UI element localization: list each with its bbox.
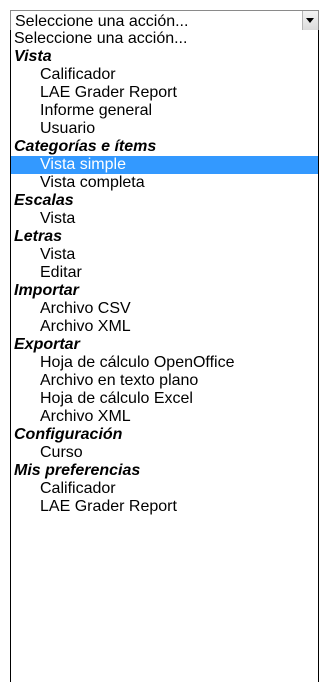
option-letras-vista[interactable]: Vista xyxy=(11,246,318,264)
action-select-value: Seleccione una acción... xyxy=(15,13,189,30)
option-exportar-excel[interactable]: Hoja de cálculo Excel xyxy=(11,390,318,408)
option-select-action[interactable]: Seleccione una acción... xyxy=(11,30,318,48)
option-importar-csv[interactable]: Archivo CSV xyxy=(11,300,318,318)
optgroup-categorias-items: Categorías e ítems xyxy=(14,138,157,155)
dropdown-toggle-button[interactable] xyxy=(302,11,318,30)
optgroup-exportar: Exportar xyxy=(14,336,80,353)
option-letras-editar[interactable]: Editar xyxy=(11,264,318,282)
action-select[interactable]: Seleccione una acción... xyxy=(10,10,319,31)
optgroup-configuracion: Configuración xyxy=(14,426,123,443)
option-vista-simple[interactable]: Vista simple xyxy=(11,156,318,174)
option-importar-xml[interactable]: Archivo XML xyxy=(11,318,318,336)
option-escalas-vista[interactable]: Vista xyxy=(11,210,318,228)
optgroup-importar: Importar xyxy=(14,282,79,299)
option-vista-usuario[interactable]: Usuario xyxy=(11,120,318,138)
optgroup-escalas: Escalas xyxy=(14,192,74,209)
optgroup-letras: Letras xyxy=(14,228,63,245)
option-exportar-openoffice[interactable]: Hoja de cálculo OpenOffice xyxy=(11,354,318,372)
optgroup-mis-preferencias: Mis preferencias xyxy=(14,462,141,479)
option-vista-lae-grader-report[interactable]: LAE Grader Report xyxy=(11,84,318,102)
option-vista-calificador[interactable]: Calificador xyxy=(11,66,318,84)
option-preferencias-lae-grader-report[interactable]: LAE Grader Report xyxy=(11,498,318,516)
option-vista-completa[interactable]: Vista completa xyxy=(11,174,318,192)
option-exportar-xml[interactable]: Archivo XML xyxy=(11,408,318,426)
option-preferencias-calificador[interactable]: Calificador xyxy=(11,480,318,498)
option-configuracion-curso[interactable]: Curso xyxy=(11,444,318,462)
option-vista-informe-general[interactable]: Informe general xyxy=(11,102,318,120)
optgroup-vista: Vista xyxy=(14,48,52,65)
action-dropdown-list[interactable]: Seleccione una acción... Vista Calificad… xyxy=(10,30,319,682)
option-exportar-texto-plano[interactable]: Archivo en texto plano xyxy=(11,372,318,390)
chevron-down-icon xyxy=(306,18,314,23)
